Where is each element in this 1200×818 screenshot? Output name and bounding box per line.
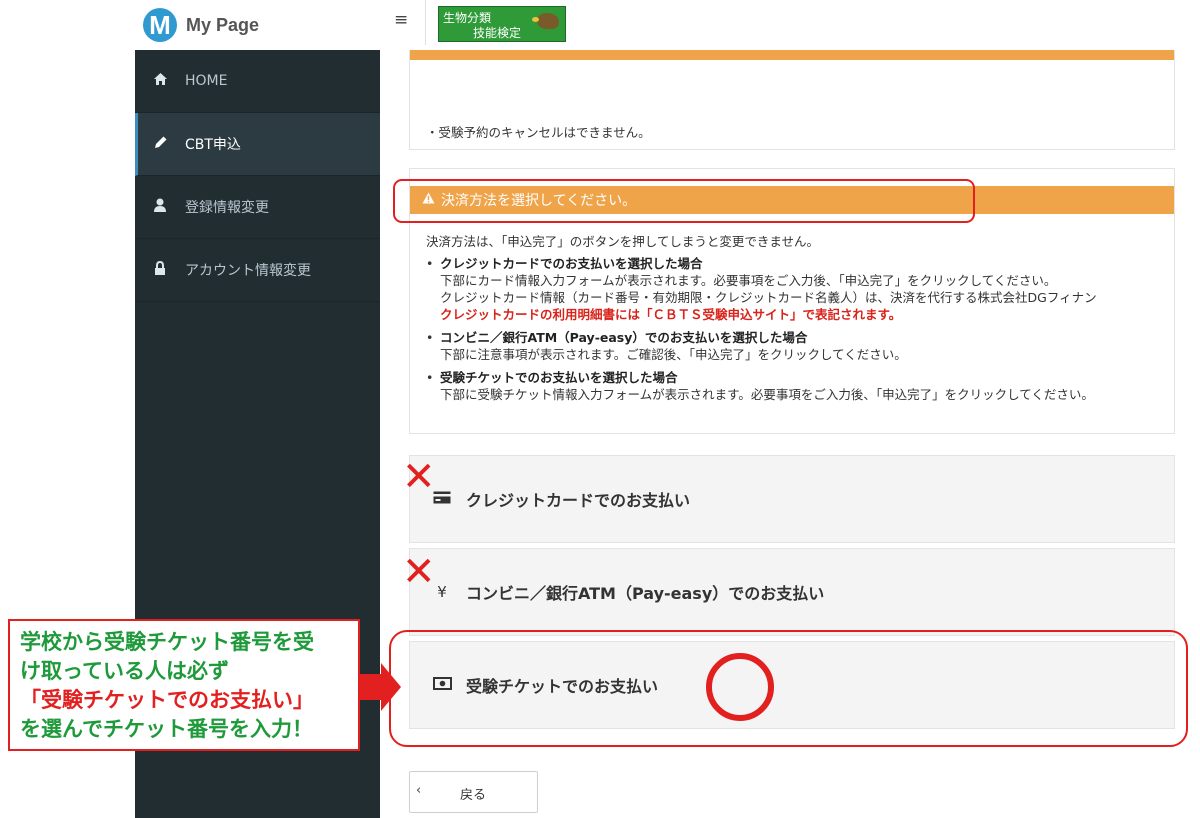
callout-line: 学校から受験チケット番号を受 [20, 630, 314, 654]
correct-circle-mark [706, 653, 774, 721]
warning-highlight-box [393, 179, 975, 223]
sidebar-item-label: 登録情報変更 [185, 200, 269, 216]
logo-icon: M [143, 8, 177, 42]
info-text: 下部にカード情報入力フォームが表示されます。必要事項をご入力後、「申込完了」をク… [440, 273, 1057, 288]
cancel-notice: ・受験予約のキャンセルはできません。 [426, 125, 651, 140]
bullet: • [426, 256, 434, 271]
app-title: My Page [186, 14, 260, 35]
info-emphasis: クレジットカードの利用明細書には「ＣＢＴＳ受験申込サイト」で表記されます。 [440, 307, 902, 322]
info-title: 受験チケットでのお支払いを選択した場合 [440, 370, 678, 385]
bullet: • [426, 330, 434, 345]
arrow-right-icon [381, 663, 401, 711]
payment-option-label: コンビニ／銀行ATM（Pay-easy）でのお支払い [466, 584, 825, 603]
top-navbar: ≡ 生物分類 技能検定 [380, 0, 1200, 46]
payment-info-list: • クレジットカードでのお支払いを選択した場合 下部にカード情報入力フォームが表… [426, 255, 1176, 409]
badge-line-2: 技能検定 [473, 26, 522, 40]
lock-icon [151, 260, 169, 280]
list-item: • クレジットカードでのお支払いを選択した場合 下部にカード情報入力フォームが表… [426, 255, 1176, 323]
sidebar-item-label: HOME [185, 73, 228, 89]
list-item: • 受験チケットでのお支払いを選択した場合 下部に受験チケット情報入力フォームが… [426, 369, 1176, 403]
notice-panel: ・受験予約のキャンセルはできません。 [409, 50, 1175, 150]
back-button[interactable]: ‹ 戻る [409, 771, 538, 813]
callout-line-emphasis: 「受験チケットでのお支払い」 [20, 688, 314, 712]
chevron-left-icon: ‹ [416, 783, 422, 798]
sidebar-item-home[interactable]: HOME [135, 50, 380, 113]
ticket-option-highlight [389, 630, 1188, 747]
sidebar-item-label: CBT申込 [185, 137, 241, 153]
info-text: 下部に受験チケット情報入力フォームが表示されます。必要事項をご入力後、「申込完了… [440, 387, 1094, 402]
cross-mark: ✕ [402, 454, 436, 500]
bullet: • [426, 370, 434, 385]
arrow-shaft [360, 674, 382, 700]
notice-header-bar [410, 50, 1174, 60]
payment-lead-text: 決済方法は、「申込完了」のボタンを押してしまうと変更できません。 [426, 234, 820, 249]
callout-line: け取っている人は必ず [20, 659, 229, 683]
sidebar-item-cbt[interactable]: CBT申込 [135, 113, 380, 176]
info-text: クレジットカード情報（カード番号・有効期限・クレジットカード名義人）は、決済を代… [440, 290, 1097, 305]
user-icon [151, 198, 169, 217]
back-button-label: 戻る [460, 788, 487, 803]
info-title: クレジットカードでのお支払いを選択した場合 [440, 256, 703, 271]
exam-logo-badge: 生物分類 技能検定 [438, 6, 566, 42]
sidebar-item-label: アカウント情報変更 [185, 263, 311, 279]
list-item: • コンビニ／銀行ATM（Pay-easy）でのお支払いを選択した場合 下部に注… [426, 329, 1176, 363]
home-icon [151, 72, 169, 90]
brand-header[interactable]: M My Page [135, 0, 380, 51]
callout-line: を選んでチケット番号を入力！ [20, 717, 313, 741]
cross-mark: ✕ [402, 549, 436, 595]
credit-card-option[interactable]: クレジットカードでのお支払い [409, 455, 1175, 543]
convenience-store-option[interactable]: ¥ コンビニ／銀行ATM（Pay-easy）でのお支払い [409, 548, 1175, 636]
payment-option-label: クレジットカードでのお支払い [466, 491, 691, 510]
sidebar-item-profile[interactable]: 登録情報変更 [135, 176, 380, 239]
annotation-callout: 学校から受験チケット番号を受 け取っている人は必ず 「受験チケットでのお支払い」… [8, 619, 360, 751]
bird-icon [532, 13, 559, 29]
info-text: 下部に注意事項が表示されます。ご確認後、「申込完了」をクリックしてください。 [440, 347, 907, 362]
pencil-icon [151, 135, 169, 154]
info-title: コンビニ／銀行ATM（Pay-easy）でのお支払いを選択した場合 [440, 330, 808, 345]
navbar-divider [425, 0, 426, 45]
menu-toggle-icon[interactable]: ≡ [394, 10, 408, 30]
sidebar-item-account[interactable]: アカウント情報変更 [135, 239, 380, 302]
